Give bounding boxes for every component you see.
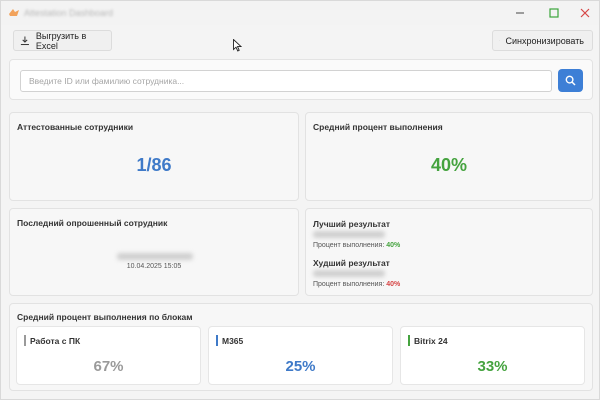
last-surveyed-datetime: 10.04.2025 15:05 xyxy=(126,263,182,270)
close-icon[interactable] xyxy=(577,5,593,21)
last-surveyed-card: Последний опрошенный сотрудник 10.04.202… xyxy=(9,208,299,296)
blocks-card: Средний процент выполнения по блокам Раб… xyxy=(9,303,593,391)
search-button[interactable] xyxy=(558,69,583,92)
best-result-line: Процент выполнения: 40% xyxy=(313,242,400,249)
download-icon xyxy=(20,36,29,46)
block-card-pc: Работа с ПК 67% xyxy=(16,326,201,385)
blocks-title: Средний процент выполнения по блокам xyxy=(17,312,193,322)
block-label: M365 xyxy=(222,336,244,346)
block-value: 33% xyxy=(477,358,508,375)
block-value: 67% xyxy=(93,358,124,375)
best-result-value: 40% xyxy=(386,242,401,249)
window-title: Attestation Dashboard xyxy=(24,8,114,18)
block-accent-bar xyxy=(408,335,410,346)
block-label: Bitrix 24 xyxy=(414,336,448,346)
certified-employees-card: Аттестованные сотрудники 1/86 xyxy=(9,112,299,201)
best-result-name-redacted xyxy=(313,231,385,238)
sync-button-label: Синхронизировать xyxy=(505,35,584,46)
block-accent-bar xyxy=(24,335,26,346)
minimize-icon[interactable] xyxy=(512,5,528,21)
maximize-icon[interactable] xyxy=(546,5,562,21)
block-accent-bar xyxy=(216,335,218,346)
worst-result-title: Худший результат xyxy=(313,258,390,268)
worst-result-label: Процент выполнения: xyxy=(313,281,385,288)
last-surveyed-name-redacted xyxy=(117,253,193,260)
search-panel xyxy=(9,59,593,100)
block-value: 25% xyxy=(285,358,316,375)
best-result-label: Процент выполнения: xyxy=(313,242,385,249)
search-icon xyxy=(565,75,576,86)
employee-search-input[interactable] xyxy=(20,70,552,92)
best-worst-card: Лучший результат Процент выполнения: 40%… xyxy=(305,208,593,296)
export-excel-button[interactable]: Выгрузить в Excel xyxy=(13,30,112,51)
block-card-bitrix: Bitrix 24 33% xyxy=(400,326,585,385)
title-bar: Attestation Dashboard xyxy=(1,1,599,25)
certified-employees-title: Аттестованные сотрудники xyxy=(17,122,134,132)
toolbar: Выгрузить в Excel Синхронизировать xyxy=(1,25,599,55)
certified-employees-value: 1/86 xyxy=(136,155,172,175)
worst-result-value: 40% xyxy=(386,281,401,288)
average-completion-title: Средний процент выполнения xyxy=(313,122,443,132)
average-completion-value: 40% xyxy=(430,155,468,175)
sync-button[interactable]: Синхронизировать xyxy=(492,30,593,51)
average-completion-card: Средний процент выполнения 40% xyxy=(305,112,593,201)
app-logo-icon xyxy=(9,9,19,16)
block-card-m365: M365 25% xyxy=(208,326,393,385)
best-result-title: Лучший результат xyxy=(313,219,391,229)
mouse-cursor-icon xyxy=(233,39,242,52)
last-surveyed-title: Последний опрошенный сотрудник xyxy=(17,218,168,228)
block-label: Работа с ПК xyxy=(30,336,81,346)
app-window: Attestation Dashboard Выгрузить в Excel … xyxy=(0,0,600,400)
worst-result-name-redacted xyxy=(313,270,385,277)
worst-result-line: Процент выполнения: 40% xyxy=(313,281,400,288)
export-button-label: Выгрузить в Excel xyxy=(35,30,87,51)
refresh-icon xyxy=(499,40,500,41)
